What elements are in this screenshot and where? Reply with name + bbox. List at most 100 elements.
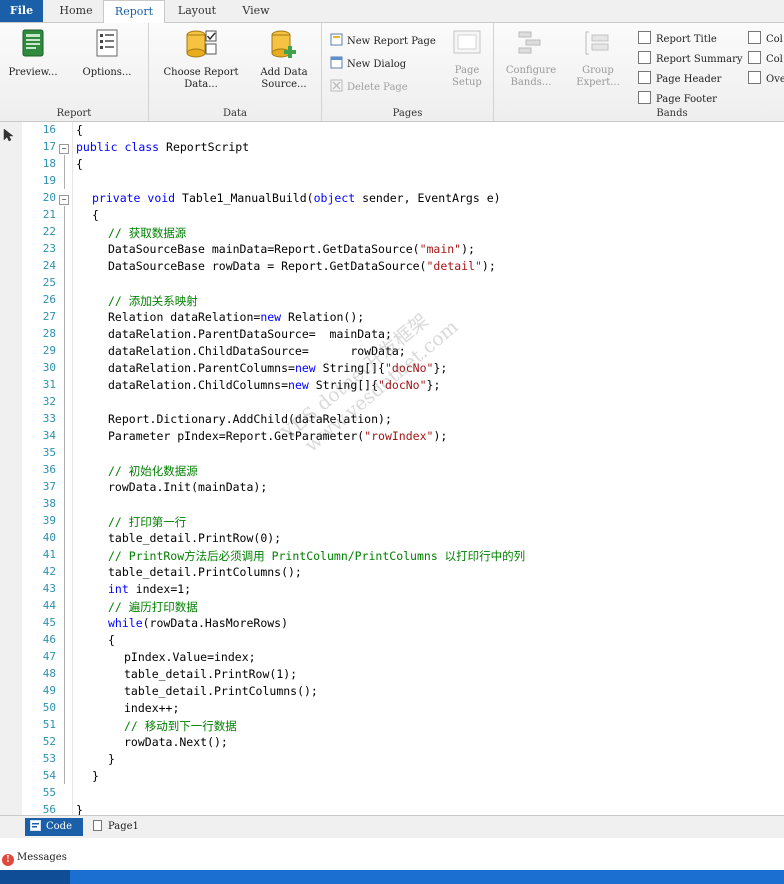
code-line: int index=1; (108, 582, 192, 596)
code-line: private void Table1_ManualBuild(object s… (92, 191, 501, 205)
overlay-checkbox[interactable]: Ove (748, 71, 784, 87)
code-line: table_detail.PrintRow(0); (108, 531, 282, 545)
column-footer-label: Col (766, 54, 783, 65)
overlay-label: Ove (766, 74, 784, 85)
line-number: 23 (42, 242, 56, 255)
report-title-checkbox[interactable]: Report Title (638, 31, 717, 47)
class-fold-toggle[interactable]: − (59, 144, 69, 154)
messages-label: Messages (17, 852, 67, 863)
page-header-box[interactable] (638, 71, 651, 84)
new-page-icon (330, 33, 343, 46)
tab-report[interactable]: Report (103, 0, 165, 24)
pages-group-label: Pages (392, 108, 423, 119)
page-setup-button[interactable]: Page Setup (446, 27, 488, 89)
code-editor[interactable]: 16 17 18 19 20 21 22 23 24 25 26 27 28 29 30 31 32 33 34 35… (22, 122, 784, 815)
ribbon-tab-strip: File Home Report Layout View (0, 0, 784, 24)
code-line: // 添加关系映射 (108, 294, 198, 308)
line-number: 24 (42, 259, 56, 272)
pointer-icon[interactable] (3, 128, 15, 142)
code-line: // 移动到下一行数据 (124, 719, 237, 733)
delete-page-icon (330, 79, 343, 92)
choose-data-label-2: Data... (184, 79, 218, 90)
code-line: DataSourceBase mainData=Report.GetDataSo… (108, 242, 475, 256)
preview-label: Preview... (8, 67, 58, 78)
line-number: 37 (42, 480, 56, 493)
line-number: 20 (42, 191, 56, 204)
error-icon: ! (2, 854, 14, 866)
add-source-label-1: Add Data (260, 67, 308, 78)
ribbon-group-data: Choose Report Data... Add Data Source...… (149, 23, 322, 121)
tab-page1[interactable]: Page1 (87, 818, 147, 836)
line-number: 29 (42, 344, 56, 357)
code-line: } (76, 803, 83, 815)
new-dialog-button[interactable]: New Dialog (330, 56, 406, 74)
page-footer-box[interactable] (638, 91, 651, 104)
line-number: 18 (42, 157, 56, 170)
preview-icon (22, 29, 44, 57)
code-line: while(rowData.HasMoreRows) (108, 616, 289, 630)
code-line: table_detail.PrintRow(1); (124, 667, 298, 681)
new-dialog-label: New Dialog (347, 59, 407, 70)
new-report-page-label: New Report Page (347, 36, 436, 47)
tab-code[interactable]: Code (25, 818, 83, 836)
tab-view[interactable]: View (230, 0, 282, 22)
line-number: 22 (42, 225, 56, 238)
page-setup-label-1: Page (454, 65, 480, 76)
page-header-checkbox[interactable]: Page Header (638, 71, 721, 87)
code-line: // 打印第一行 (108, 515, 187, 529)
messages-panel-tab[interactable]: ! Messages (0, 849, 67, 867)
page-footer-checkbox[interactable]: Page Footer (638, 91, 717, 107)
line-number-gutter: 16 17 18 19 20 21 22 23 24 25 26 27 28 29 30 31 32 33 34 35… (22, 122, 56, 815)
configure-bands-icon (518, 31, 541, 54)
choose-report-data-button[interactable]: Choose Report Data... (157, 27, 245, 91)
column-footer-checkbox[interactable]: Col (748, 51, 783, 67)
group-expert-button[interactable]: Group Expert... (568, 27, 628, 89)
add-data-source-button[interactable]: Add Data Source... (251, 27, 317, 91)
line-number: 32 (42, 395, 56, 408)
line-number: 28 (42, 327, 56, 340)
method-fold-toggle[interactable]: − (59, 195, 69, 205)
tab-layout[interactable]: Layout (168, 0, 226, 22)
tab-home[interactable]: Home (50, 0, 102, 22)
dialog-icon (330, 56, 343, 69)
options-button[interactable]: Options... (72, 27, 142, 79)
report-summary-checkbox[interactable]: Report Summary (638, 51, 743, 67)
delete-page-button[interactable]: Delete Page (330, 79, 408, 97)
database-check-icon (186, 30, 217, 58)
code-line: { (76, 123, 83, 137)
report-summary-label: Report Summary (656, 54, 743, 65)
line-number: 43 (42, 582, 56, 595)
column-header-box[interactable] (748, 31, 761, 44)
code-line: rowData.Init(mainData); (108, 480, 268, 494)
tab-page1-label: Page1 (108, 821, 139, 832)
code-line: Parameter pIndex=Report.GetParameter("ro… (108, 429, 448, 443)
new-report-page-button[interactable]: New Report Page (330, 33, 436, 51)
code-line: // 获取数据源 (108, 226, 187, 240)
ribbon-group-bands: Configure Bands... Group Expert... Repor… (494, 23, 784, 121)
preview-button[interactable]: Preview... (2, 27, 64, 79)
code-line: table_detail.PrintColumns(); (124, 684, 318, 698)
column-header-checkbox[interactable]: Col (748, 31, 783, 47)
column-footer-box[interactable] (748, 51, 761, 64)
tab-file[interactable]: File (0, 0, 43, 22)
report-summary-box[interactable] (638, 51, 651, 64)
configure-bands-button[interactable]: Configure Bands... (498, 27, 564, 89)
tab-code-label: Code (46, 821, 72, 832)
options-label: Options... (82, 67, 132, 78)
page-setup-label-2: Setup (452, 77, 482, 88)
code-line: } (92, 769, 99, 783)
line-number: 40 (42, 531, 56, 544)
report-title-box[interactable] (638, 31, 651, 44)
line-number: 42 (42, 565, 56, 578)
line-number: 21 (42, 208, 56, 221)
code-line: // 遍历打印数据 (108, 600, 198, 614)
page-tab-icon (93, 820, 102, 831)
code-line: table_detail.PrintColumns(); (108, 565, 302, 579)
line-number: 41 (42, 548, 56, 561)
delete-page-label: Delete Page (347, 82, 408, 93)
line-number: 56 (42, 803, 56, 815)
code-text-area[interactable]: {public class ReportScript {private void … (76, 122, 784, 815)
overlay-box[interactable] (748, 71, 761, 84)
code-line: } (108, 752, 115, 766)
code-line: // PrintRow方法后必须调用 PrintColumn/PrintColu… (108, 549, 526, 563)
